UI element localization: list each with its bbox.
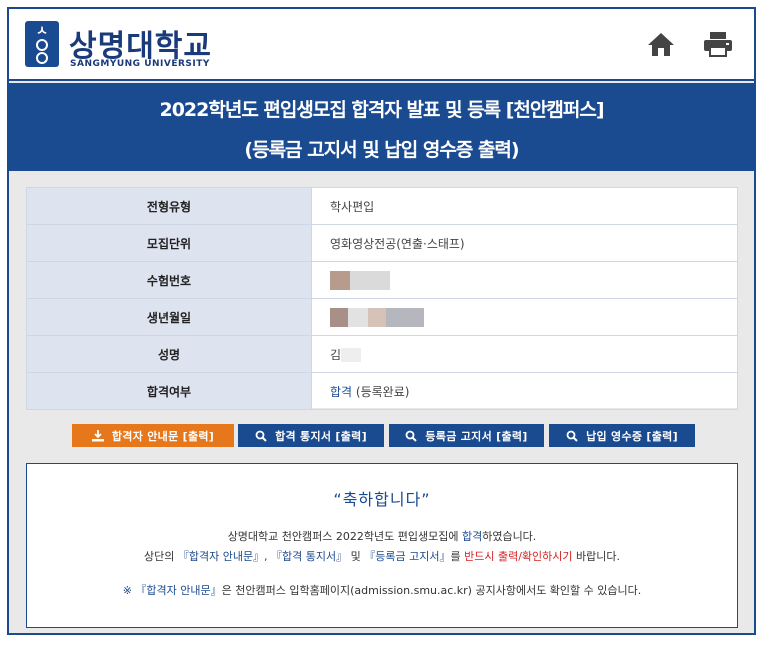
row-value-name: 김 <box>311 335 738 373</box>
message-highlight: 『합격자 안내문』, 『합격 통지서』 <box>177 550 348 563</box>
receipt-print-button[interactable]: 납입 영수증 [출력] <box>549 424 695 447</box>
name-initial: 김 <box>330 347 342 362</box>
table-row: 생년월일 <box>26 298 738 336</box>
home-icon[interactable] <box>647 31 675 57</box>
row-label-result: 합격여부 <box>26 372 312 410</box>
table-row: 전형유형 학사편입 <box>26 187 738 225</box>
message-text: 및 <box>347 550 365 563</box>
message-text: 바랍니다. <box>572 550 621 563</box>
svg-text:ㅅ: ㅅ <box>36 24 48 39</box>
message-text: 를 <box>450 550 465 563</box>
notice-print-label: 합격 통지서 [출력] <box>275 429 367 443</box>
guide-print-button[interactable]: 합격자 안내문 [출력] <box>72 424 234 447</box>
message-text: 상명대학교 천안캠퍼스 2022학년도 편입생모집에 <box>227 530 462 543</box>
row-value-exam-number <box>311 261 738 299</box>
bill-print-button[interactable]: 등록금 고지서 [출력] <box>389 424 544 447</box>
redacted-block <box>368 307 386 327</box>
congratulations-box: “축하합니다” 상명대학교 천안캠퍼스 2022학년도 편입생모집에 합격하였습… <box>26 463 738 628</box>
table-row: 합격여부 합격 (등록완료) <box>26 372 738 410</box>
row-label-birthdate: 생년월일 <box>26 298 312 336</box>
printer-icon[interactable] <box>703 31 733 57</box>
guide-print-label: 합격자 안내문 [출력] <box>111 429 215 443</box>
row-value-major: 영화영상전공(연출·스태프) <box>311 224 738 262</box>
bill-print-label: 등록금 고지서 [출력] <box>425 429 528 443</box>
message-line-1: 상명대학교 천안캠퍼스 2022학년도 편입생모집에 합격하였습니다. <box>27 528 737 544</box>
redacted-block <box>348 307 368 327</box>
page-subtitle: (등록금 고지서 및 납입 영수증 출력) <box>244 139 519 161</box>
redacted-block <box>350 270 390 290</box>
message-highlight: ※ 『합격자 안내문』 <box>122 584 222 597</box>
page-title: 2022학년도 편입생모집 합격자 발표 및 등록 [천안캠퍼스] <box>159 99 604 121</box>
notice-print-button[interactable]: 합격 통지서 [출력] <box>238 424 384 447</box>
page-frame: ㅅ 상명대학교 SANGMYUNG UNIVERSITY 2022학년도 편입생… <box>7 7 756 635</box>
message-text: 은 천안캠퍼스 입학홈페이지(admission.smu.ac.kr) 공지사항… <box>221 584 642 597</box>
message-highlight: 합격 <box>461 530 483 543</box>
receipt-print-label: 납입 영수증 [출력] <box>586 429 678 443</box>
applicant-info-table: 전형유형 학사편입 모집단위 영화영상전공(연출·스태프) 수험번호 생년월일 <box>26 187 738 410</box>
pass-status: 합격 <box>330 384 353 399</box>
redacted-block <box>386 307 424 327</box>
top-bar: ㅅ 상명대학교 SANGMYUNG UNIVERSITY <box>9 9 754 81</box>
download-icon <box>91 429 104 442</box>
message-text: 상단의 <box>143 550 178 563</box>
university-logo[interactable]: ㅅ 상명대학교 SANGMYUNG UNIVERSITY <box>25 21 215 73</box>
row-label-major: 모집단위 <box>26 224 312 262</box>
message-text: 하였습니다. <box>482 530 537 543</box>
message-line-3: ※ 『합격자 안내문』은 천안캠퍼스 입학홈페이지(admission.smu.… <box>27 582 737 598</box>
message-highlight: 『등록금 고지서』 <box>364 550 451 563</box>
search-icon <box>566 430 578 442</box>
table-row: 수험번호 <box>26 261 738 299</box>
table-row: 모집단위 영화영상전공(연출·스태프) <box>26 224 738 262</box>
redacted-block <box>330 307 348 327</box>
row-value-result: 합격 (등록완료) <box>311 372 738 410</box>
applicant-info-panel: 전형유형 학사편입 모집단위 영화영상전공(연출·스태프) 수험번호 생년월일 <box>26 187 738 410</box>
message-warning: 반드시 출력/확인하시기 <box>464 550 573 563</box>
logo-subtitle: SANGMYUNG UNIVERSITY <box>70 59 210 69</box>
row-value-birthdate <box>311 298 738 336</box>
logo-emblem-icon: ㅅ <box>25 21 59 67</box>
redacted-block <box>330 270 350 290</box>
registration-status: (등록완료) <box>352 384 410 399</box>
row-value-admission-type: 학사편입 <box>311 187 738 225</box>
title-banner: 2022학년도 편입생모집 합격자 발표 및 등록 [천안캠퍼스] (등록금 고… <box>9 83 754 171</box>
congrats-heading: “축하합니다” <box>333 490 431 509</box>
table-row: 성명 김 <box>26 335 738 373</box>
row-label-exam-number: 수험번호 <box>26 261 312 299</box>
message-line-2: 상단의 『합격자 안내문』, 『합격 통지서』 및 『등록금 고지서』를 반드시… <box>27 548 737 564</box>
row-label-admission-type: 전형유형 <box>26 187 312 225</box>
row-label-name: 성명 <box>26 335 312 373</box>
search-icon <box>405 430 418 442</box>
search-icon <box>255 430 267 442</box>
redacted-block <box>341 348 362 362</box>
